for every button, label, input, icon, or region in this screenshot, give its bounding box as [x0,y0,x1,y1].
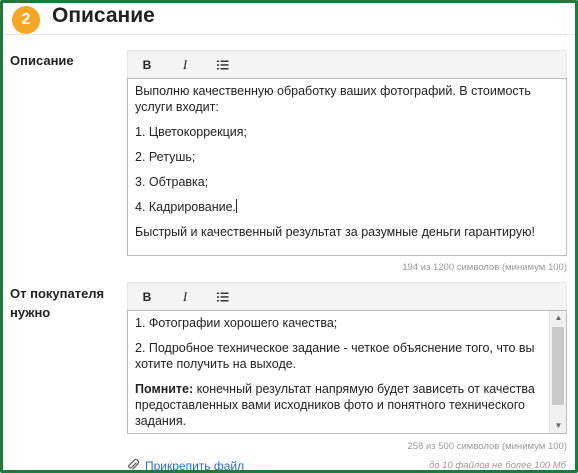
buyer-note-bold: Помните: [135,382,194,396]
description-paragraph: 3. Обтравка; [135,175,209,189]
buyer-requirements-toolbar: B I [127,282,567,310]
vertical-scrollbar[interactable]: ▲ ▼ [549,311,566,433]
step-number-badge: 2 [12,6,40,34]
buyer-paragraph: 2. Подробное техническое задание - четко… [135,341,535,371]
bold-button[interactable]: B [128,51,166,79]
description-textarea[interactable]: Выполню качественную обработку ваших фот… [127,78,567,256]
list-icon [217,60,229,70]
list-button[interactable] [204,283,242,311]
scroll-up-arrow[interactable]: ▲ [550,311,566,325]
text-caret [236,199,238,213]
description-paragraph: 1. Цветокоррекция; [135,125,247,139]
attachment-limit-note: до 10 файлов не более 100 Мб [428,460,566,471]
description-label: Описание [10,53,74,68]
description-editor: B I Выполню качественную обработку ваших… [127,50,567,256]
buyer-note: Помните: конечный результат напрямую буд… [135,381,542,429]
buyer-requirements-counter: 258 из 500 символов (минимум 100) [407,441,567,452]
buyer-requirements-label: От покупателя нужно [10,286,105,320]
bold-button[interactable]: B [128,283,166,311]
attach-file-link[interactable]: Прикрепить файл [127,458,244,473]
list-button[interactable] [204,51,242,79]
description-paragraph: 4. Кадрирование. [135,200,237,214]
section-header: 2 Описание [3,3,575,35]
buyer-note-text: конечный результат напрямую будет зависе… [135,382,535,428]
description-paragraph: 2. Ретушь; [135,150,196,164]
scroll-down-arrow[interactable]: ▼ [550,419,566,433]
buyer-paragraph: 1. Фотографии хорошего качества; [135,316,338,330]
description-paragraph: Выполню качественную обработку ваших фот… [135,84,531,114]
section-title: Описание [52,4,155,27]
description-paragraph: Быстрый и качественный результат за разу… [135,225,535,239]
description-toolbar: B I [127,50,567,78]
paperclip-icon [127,458,140,473]
attach-file-label: Прикрепить файл [145,459,245,473]
description-counter: 194 из 1200 символов (минимум 100) [402,262,567,273]
italic-button[interactable]: I [166,51,204,79]
scrollbar-thumb[interactable] [552,327,564,405]
list-icon [217,292,229,302]
italic-button[interactable]: I [166,283,204,311]
buyer-requirements-editor: B I 1. Фотографии хорошего качества; 2. … [127,282,567,434]
description-paragraph-with-caret: 4. Кадрирование. [135,199,559,215]
buyer-requirements-textarea[interactable]: 1. Фотографии хорошего качества; 2. Подр… [127,310,567,434]
